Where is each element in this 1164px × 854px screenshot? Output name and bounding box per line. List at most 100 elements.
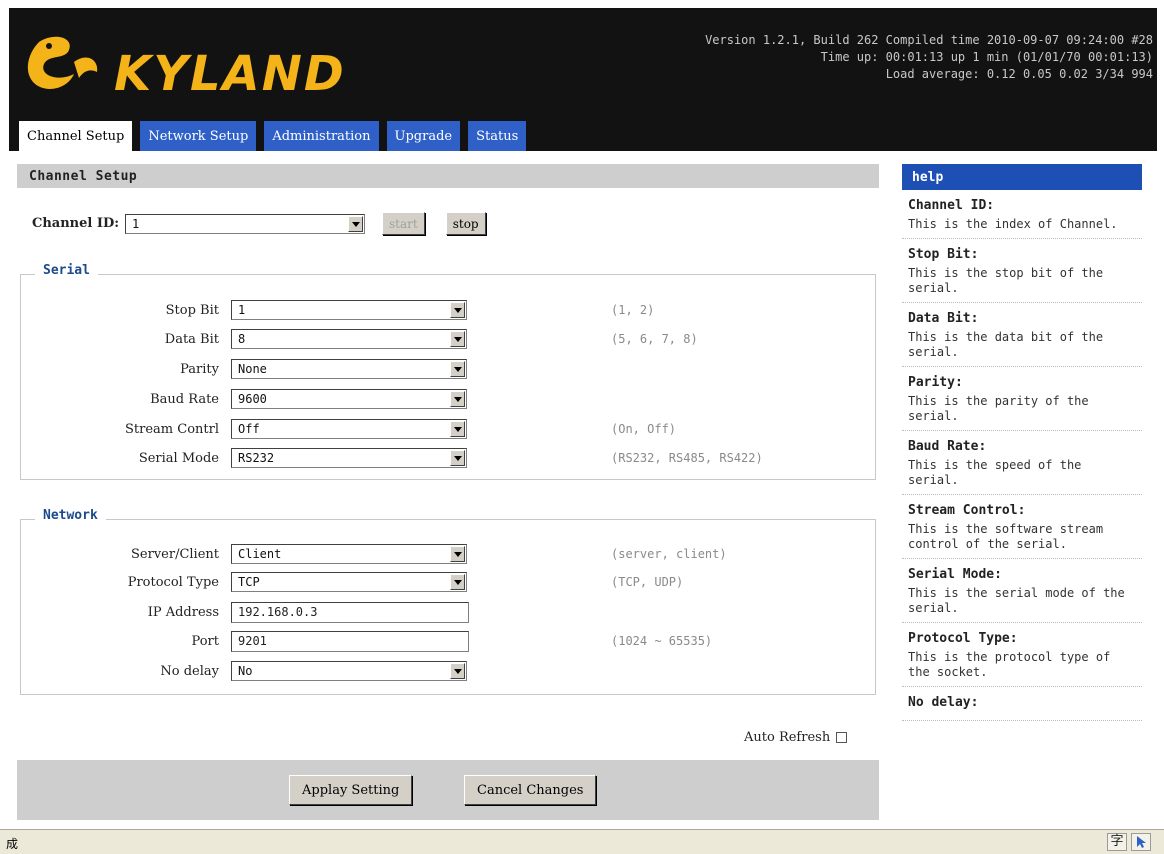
status-text: 成 [6,837,19,851]
tab-channel-setup[interactable]: Channel Setup [19,121,133,151]
protocol-type-select[interactable]: TCP [231,572,467,592]
data-bit-value: 8 [238,332,246,346]
page-title: Channel Setup [17,164,879,188]
chevron-down-icon[interactable] [450,302,465,318]
serial-mode-row: Serial Mode RS232 (RS232, RS485, RS422) [21,446,875,470]
ime-icon[interactable]: 字 [1107,833,1127,851]
help-title: help [902,164,1142,190]
help-item-title: Protocol Type: [908,631,1018,646]
help-item-text: This is the serial mode of the serial. [908,586,1125,615]
pointer-icon [1137,836,1146,848]
ip-address-input[interactable]: 192.168.0.3 [231,601,469,623]
serial-fieldset: Serial Stop Bit 1 (1, 2) Data Bit 8 (5, … [20,263,876,480]
auto-refresh-checkbox[interactable] [836,732,848,743]
chevron-down-icon[interactable] [348,215,364,232]
parity-select[interactable]: None [231,359,467,379]
serial-mode-hint: (RS232, RS485, RS422) [611,451,763,465]
channel-setup-panel: Channel Setup Channel ID: 1 start stop S… [17,164,879,820]
network-legend: Network [35,508,106,523]
help-item: Stream Control: This is the software stre… [902,495,1142,559]
tab-network-setup[interactable]: Network Setup [140,121,257,151]
protocol-type-row: Protocol Type TCP (TCP, UDP) [21,570,875,594]
port-row: Port 9201 (1024 ~ 65535) [21,629,875,653]
protocol-type-hint: (TCP, UDP) [611,575,684,589]
stop-bit-row: Stop Bit 1 (1, 2) [21,298,875,322]
tab-administration[interactable]: Administration [264,121,379,151]
chevron-down-icon[interactable] [450,391,465,407]
auto-refresh-label: Auto Refresh [744,730,831,745]
server-client-select[interactable]: Client [231,544,467,564]
auto-refresh: Auto Refresh [744,730,848,745]
stream-control-label: Stream Contrl [125,421,219,437]
chevron-down-icon[interactable] [450,663,465,679]
tab-upgrade[interactable]: Upgrade [386,121,461,151]
help-item-title: Baud Rate: [908,439,987,454]
help-item-title: Stop Bit: [908,247,979,262]
help-item: Data Bit: This is the data bit of the ser… [902,303,1142,367]
no-delay-label: No delay [160,663,219,679]
help-item-title: Parity: [908,375,963,390]
server-client-value: Client [238,547,282,561]
ip-address-label: IP Address [147,604,219,620]
port-input[interactable]: 9201 [231,630,469,652]
no-delay-row: No delay No [21,659,875,683]
baud-rate-row: Baud Rate 9600 [21,387,875,411]
serial-mode-select[interactable]: RS232 [231,448,467,468]
stop-bit-select[interactable]: 1 [231,300,467,320]
chevron-down-icon[interactable] [450,574,465,590]
cancel-changes-button[interactable]: Cancel Changes [464,775,597,805]
port-label: Port [191,633,220,649]
help-item-title: Channel ID: [908,198,995,213]
stream-control-value: Off [238,422,260,436]
help-item: Protocol Type: This is the protocol type … [902,623,1142,687]
data-bit-label: Data Bit [164,331,219,347]
kyland-logo: KYLAND [19,26,344,106]
start-button[interactable]: start [382,212,425,235]
version-line: Version 1.2.1, Build 262 Compiled time 2… [705,33,1153,47]
help-item-title: Stream Control: [908,503,1026,518]
logo-text: KYLAND [114,46,346,102]
dragon-logo-icon [27,36,98,89]
channel-id-value: 1 [132,216,140,231]
server-client-label: Server/Client [131,546,219,562]
stop-bit-hint: (1, 2) [611,303,655,317]
baud-rate-value: 9600 [238,392,267,406]
channel-id-select[interactable]: 1 [125,213,366,234]
help-item-title: Serial Mode: [908,567,1002,582]
load-line: Load average: 0.12 0.05 0.02 3/34 994 [885,67,1153,81]
help-item-text: This is the index of Channel. [908,217,1118,231]
serial-legend: Serial [35,263,98,278]
baud-rate-label: Baud Rate [150,391,219,407]
data-bit-hint: (5, 6, 7, 8) [611,332,698,346]
stream-control-select[interactable]: Off [231,419,467,439]
tab-status[interactable]: Status [468,121,527,151]
help-item-text: This is the protocol type of the socket. [908,650,1111,679]
ip-address-row: IP Address 192.168.0.3 [21,600,875,624]
action-bar: Applay Setting Cancel Changes [17,760,879,820]
help-item-title: No delay: [908,695,979,710]
chevron-down-icon[interactable] [450,331,465,347]
port-hint: (1024 ~ 65535) [611,634,713,648]
help-panel: help Channel ID: This is the index of Cha… [902,164,1142,829]
baud-rate-select[interactable]: 9600 [231,389,467,409]
stream-control-row: Stream Contrl Off (On, Off) [21,417,875,441]
chevron-down-icon[interactable] [450,361,465,377]
header-banner: KYLAND Version 1.2.1, Build 262 Compiled… [9,8,1157,151]
chevron-down-icon[interactable] [450,450,465,466]
help-item: Channel ID: This is the index of Channel. [902,190,1142,239]
data-bit-select[interactable]: 8 [231,329,467,349]
stop-bit-label: Stop Bit [165,302,219,318]
data-bit-row: Data Bit 8 (5, 6, 7, 8) [21,327,875,351]
chevron-down-icon[interactable] [450,546,465,562]
apply-setting-button[interactable]: Applay Setting [289,775,413,805]
chevron-down-icon[interactable] [450,421,465,437]
parity-label: Parity [180,361,219,377]
ime-status-icon[interactable] [1131,833,1151,851]
channel-id-row: Channel ID: 1 start stop [32,212,486,235]
protocol-type-value: TCP [238,575,260,589]
stop-bit-value: 1 [238,303,246,317]
serial-mode-value: RS232 [238,451,275,465]
no-delay-select[interactable]: No [231,661,467,681]
stop-button[interactable]: stop [445,212,486,235]
help-item: Stop Bit: This is the stop bit of the ser… [902,239,1142,303]
